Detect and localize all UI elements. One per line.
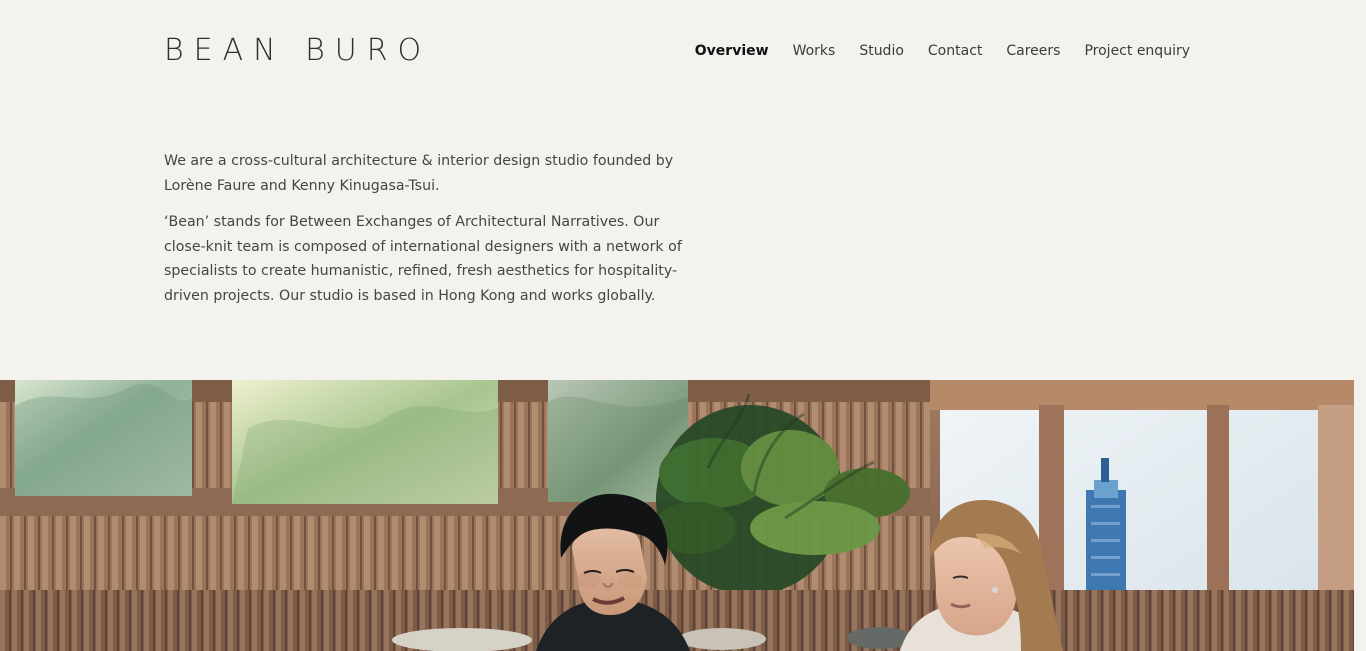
site-header: BEAN BURO Overview Works Studio Contact … — [0, 0, 1366, 110]
intro-paragraph-2: ‘Bean’ stands for Between Exchanges of A… — [164, 214, 682, 304]
nav-contact[interactable]: Contact — [928, 39, 982, 63]
nav-overview[interactable]: Overview — [695, 39, 769, 63]
nav-project-enquiry[interactable]: Project enquiry — [1084, 39, 1190, 63]
nav-works[interactable]: Works — [793, 39, 836, 63]
studio-introduction: We are a cross-cultural architecture & i… — [164, 149, 684, 321]
main-navigation: Overview Works Studio Contact Careers Pr… — [695, 39, 1190, 63]
intro-paragraph-1: We are a cross-cultural architecture & i… — [164, 153, 674, 194]
site-logo[interactable]: BEAN BURO — [164, 33, 431, 68]
nav-careers[interactable]: Careers — [1006, 39, 1060, 63]
studio-founders-illustration — [0, 380, 1354, 651]
nav-studio[interactable]: Studio — [859, 39, 904, 63]
hero-image — [0, 380, 1354, 651]
page: BEAN BURO Overview Works Studio Contact … — [0, 0, 1366, 651]
